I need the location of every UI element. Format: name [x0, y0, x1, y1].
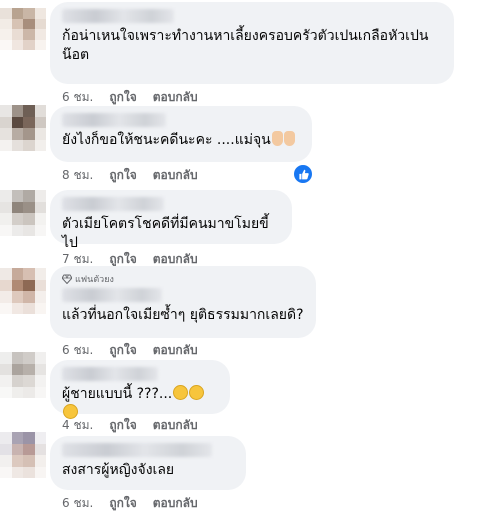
comment-time[interactable]: 6 ชม. — [62, 88, 93, 107]
avatar[interactable] — [0, 268, 46, 314]
reply-button[interactable]: ตอบกลับ — [153, 416, 198, 435]
reply-button[interactable]: ตอบกลับ — [153, 494, 198, 513]
comment-text: ก้อน่าเหนใจเพราะทำงานหาเลี้ยงครอบครัวตัว… — [62, 28, 429, 63]
avatar[interactable] — [0, 105, 46, 151]
comment-bubble: ตัวเมียโคตรโชคดีที่มีคนมาขโมยขี้ไป — [50, 190, 292, 251]
commenter-name[interactable] — [62, 443, 212, 457]
avatar[interactable] — [0, 8, 46, 50]
comment-text: ยังไงก็ขอให้ชนะคดีนะคะ ....แม่จุน — [62, 131, 300, 150]
reply-button[interactable]: ตอบกลับ — [153, 166, 198, 185]
commenter-name[interactable] — [62, 367, 158, 381]
comment-time[interactable]: 8 ชม. — [62, 166, 93, 185]
comment-text: แล้วที่นอกใจเมียซ้ำๆ ยุติธรรมมากเลยดิ? — [62, 307, 304, 323]
comment-bubble: สงสารผู้หญิงจังเลย — [50, 436, 246, 490]
comment-text: ตัวเมียโคตรโชคดีที่มีคนมาขโมยขี้ไป — [62, 216, 269, 251]
comment-text: สงสารผู้หญิงจังเลย — [62, 462, 175, 478]
thinking-face-emoji-icon — [189, 385, 205, 400]
like-button[interactable]: ถูกใจ — [109, 341, 136, 360]
comment-bubble: ยังไงก็ขอให้ชนะคดีนะคะ ....แม่จุน — [50, 106, 312, 162]
comment-bubble: แฟนตัวยง แล้วที่นอกใจเมียซ้ำๆ ยุติธรรมมา… — [50, 266, 316, 338]
comment-time[interactable]: 4 ชม. — [62, 416, 93, 435]
victory-hand-emoji-icon — [271, 131, 283, 146]
like-reaction-icon[interactable] — [292, 163, 314, 185]
rolling-eyes-emoji-icon — [173, 385, 189, 400]
comment-time[interactable]: 6 ชม. — [62, 341, 93, 360]
comment-time[interactable]: 6 ชม. — [62, 494, 93, 513]
avatar[interactable] — [0, 352, 46, 398]
like-button[interactable]: ถูกใจ — [109, 166, 136, 185]
comment-actions: 6 ชม. ถูกใจ ตอบกลับ — [62, 88, 198, 107]
avatar[interactable] — [0, 432, 46, 478]
reply-button[interactable]: ตอบกลับ — [153, 88, 198, 107]
comment-actions: 8 ชม. ถูกใจ ตอบกลับ — [62, 166, 198, 185]
comment-bubble: ก้อน่าเหนใจเพราะทำงานหาเลี้ยงครอบครัวตัว… — [50, 2, 454, 84]
comment-actions: 6 ชม. ถูกใจ ตอบกลับ — [62, 494, 198, 513]
commenter-name[interactable] — [62, 9, 174, 23]
comment-actions: 4 ชม. ถูกใจ ตอบกลับ — [62, 416, 198, 435]
comment-bubble: ผู้ชายแบบนี้ ???... — [50, 360, 230, 419]
commenter-name[interactable] — [62, 197, 164, 211]
like-button[interactable]: ถูกใจ — [109, 416, 136, 435]
diamond-icon — [62, 274, 72, 284]
commenter-name[interactable] — [62, 288, 162, 302]
comment-actions: 6 ชม. ถูกใจ ตอบกลับ — [62, 341, 198, 360]
reply-button[interactable]: ตอบกลับ — [153, 341, 198, 360]
like-button[interactable]: ถูกใจ — [109, 88, 136, 107]
like-button[interactable]: ถูกใจ — [109, 494, 136, 513]
victory-hand-emoji-icon — [283, 131, 295, 146]
avatar[interactable] — [0, 190, 46, 236]
top-fan-badge[interactable]: แฟนตัวยง — [62, 272, 304, 286]
commenter-name[interactable] — [62, 113, 166, 127]
